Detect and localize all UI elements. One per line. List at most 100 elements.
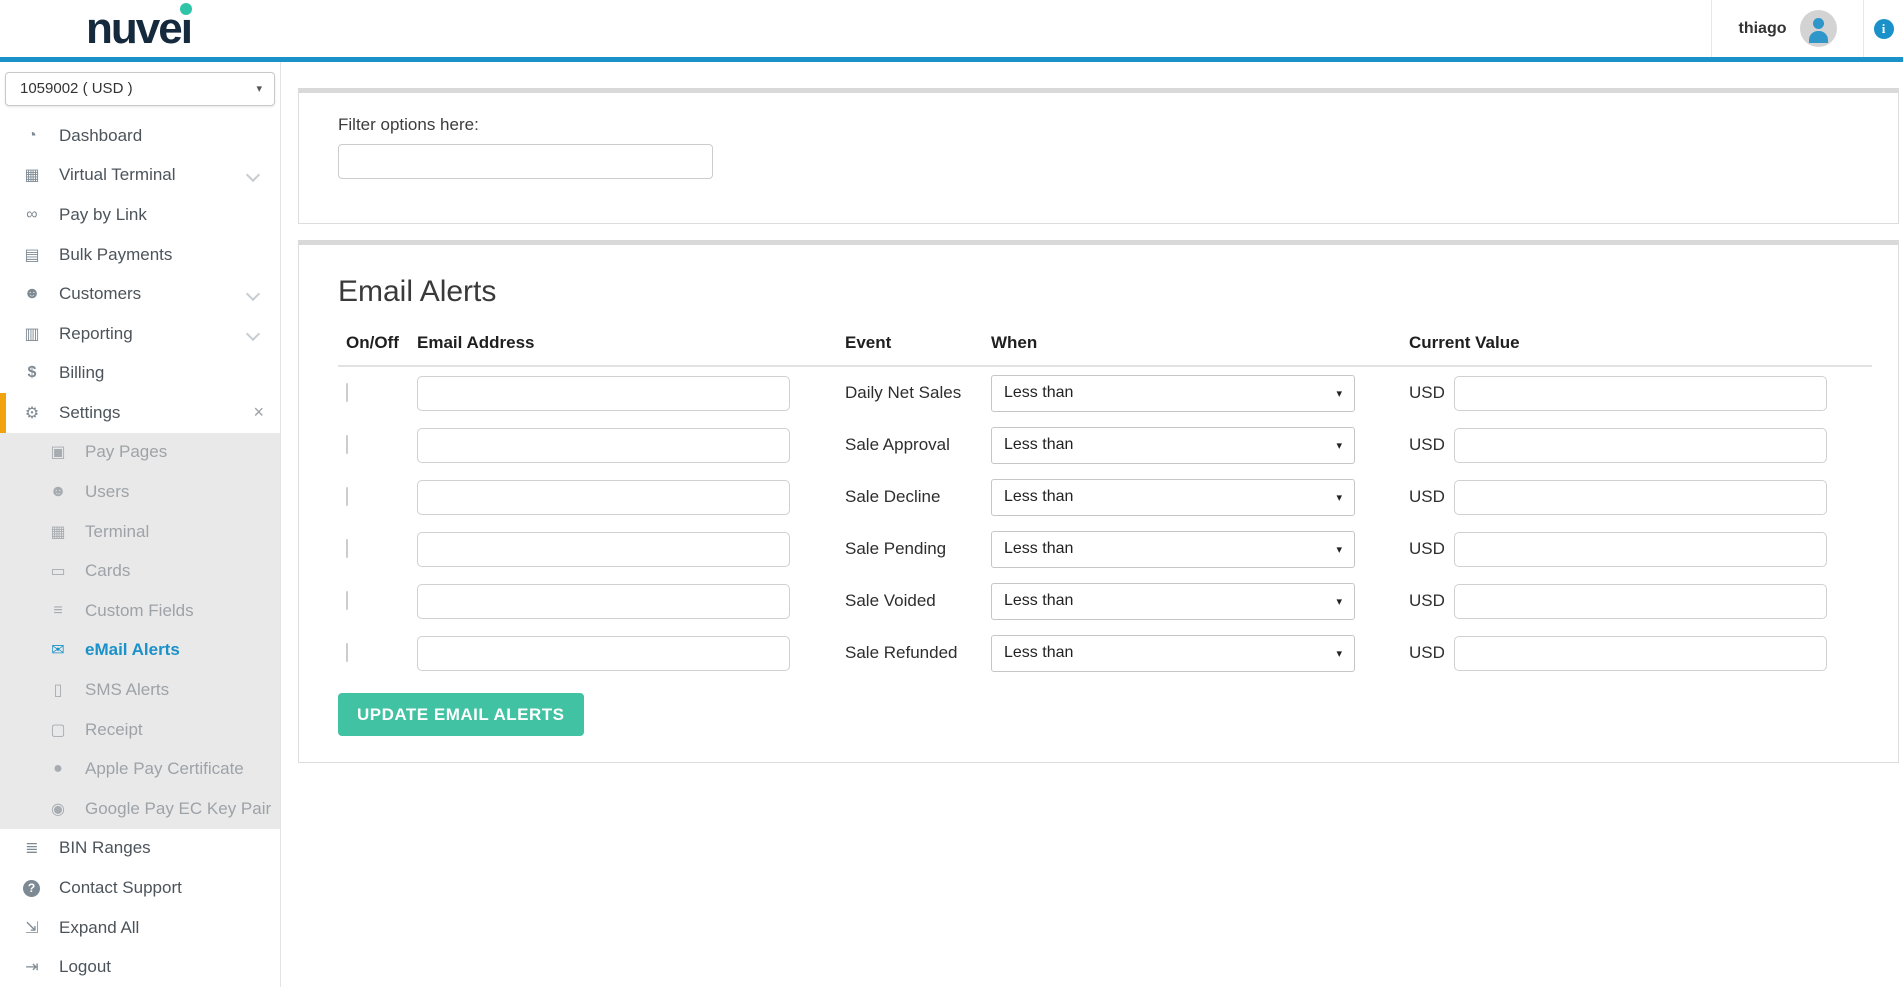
sidebar-item-bulk-payments[interactable]: ▤ Bulk Payments [0, 235, 280, 275]
main-content: Filter options here: Email Alerts On/Off… [281, 62, 1903, 987]
sidebar-item-label: Terminal [85, 522, 149, 542]
caret-down-icon: ▾ [1336, 647, 1342, 660]
alert-enabled-checkbox[interactable] [346, 487, 348, 506]
when-select-value: Less than [1004, 592, 1073, 610]
close-icon[interactable]: × [253, 402, 264, 423]
sidebar-item-expand-all[interactable]: ⇲ Expand All [0, 908, 280, 948]
email-address-input[interactable] [417, 480, 790, 515]
when-select[interactable]: Less than ▾ [991, 635, 1355, 672]
sidebar-item-settings[interactable]: ⚙ Settings × [0, 393, 280, 433]
sidebar-item-users[interactable]: ☻ Users [0, 472, 280, 512]
alert-enabled-checkbox[interactable] [346, 643, 348, 662]
email-address-input[interactable] [417, 376, 790, 411]
sidebar-item-billing[interactable]: $ Billing [0, 354, 280, 394]
sidebar-item-label: Virtual Terminal [59, 165, 176, 185]
update-email-alerts-button[interactable]: UPDATE EMAIL ALERTS [338, 693, 584, 736]
current-value-input[interactable] [1454, 376, 1827, 411]
sidebar-item-pay-by-link[interactable]: ∞ Pay by Link [0, 195, 280, 235]
column-header-current-value: Current Value [1409, 333, 1872, 353]
email-address-input[interactable] [417, 584, 790, 619]
sidebar-item-reporting[interactable]: ▥ Reporting [0, 314, 280, 354]
sidebar-item-customers[interactable]: ☻ Customers [0, 274, 280, 314]
receipt-icon: ▢ [46, 720, 70, 740]
sidebar-item-pay-pages[interactable]: ▣ Pay Pages [0, 433, 280, 473]
sidebar-item-label: Google Pay EC Key Pair [85, 799, 271, 819]
reporting-icon: ▥ [20, 324, 44, 344]
account-selector-value: 1059002 ( USD ) [20, 80, 133, 97]
table-row: Sale Refunded Less than ▾ USD [338, 627, 1872, 679]
sidebar-item-label: Expand All [59, 918, 139, 938]
sidebar-item-label: Receipt [85, 720, 143, 740]
when-select[interactable]: Less than ▾ [991, 479, 1355, 516]
expand-all-icon: ⇲ [20, 918, 44, 938]
sidebar-item-cards[interactable]: ▭ Cards [0, 551, 280, 591]
event-label: Sale Pending [845, 539, 991, 559]
caret-down-icon: ▾ [1336, 543, 1342, 556]
current-value-input[interactable] [1454, 428, 1827, 463]
virtual-terminal-icon: ▦ [20, 165, 44, 185]
chevron-down-icon [246, 287, 260, 301]
column-header-email: Email Address [417, 333, 845, 353]
sidebar-item-logout[interactable]: ⇥ Logout [0, 947, 280, 987]
alert-enabled-checkbox[interactable] [346, 591, 348, 610]
when-select[interactable]: Less than ▾ [991, 583, 1355, 620]
info-box: i [1863, 0, 1903, 57]
alert-enabled-checkbox[interactable] [346, 383, 348, 402]
event-label: Sale Decline [845, 487, 991, 507]
page-title: Email Alerts [338, 275, 1898, 309]
logo-dot-icon [180, 3, 192, 15]
sidebar-item-apple-pay-certificate[interactable]: ● Apple Pay Certificate [0, 749, 280, 789]
current-value-input[interactable] [1454, 636, 1827, 671]
sidebar-item-email-alerts[interactable]: ✉ eMail Alerts [0, 631, 280, 671]
email-address-input[interactable] [417, 532, 790, 567]
email-address-input[interactable] [417, 636, 790, 671]
user-avatar-icon[interactable] [1800, 10, 1837, 47]
account-selector[interactable]: 1059002 ( USD ) ▾ [5, 72, 275, 106]
when-select[interactable]: Less than ▾ [991, 531, 1355, 568]
sidebar-item-receipt[interactable]: ▢ Receipt [0, 710, 280, 750]
email-alerts-table: On/Off Email Address Event When Current … [338, 333, 1872, 679]
alert-enabled-checkbox[interactable] [346, 435, 348, 454]
sidebar-item-custom-fields[interactable]: ≡ Custom Fields [0, 591, 280, 631]
sidebar-item-label: Users [85, 482, 129, 502]
currency-label: USD [1409, 591, 1445, 611]
user-menu[interactable]: thiago [1711, 0, 1863, 57]
current-value-input[interactable] [1454, 584, 1827, 619]
pay-by-link-icon: ∞ [20, 206, 44, 224]
table-row: Sale Pending Less than ▾ USD [338, 523, 1872, 575]
caret-down-icon: ▾ [1336, 387, 1342, 400]
sidebar-item-google-pay-ec-key-pair[interactable]: ◉ Google Pay EC Key Pair [0, 789, 280, 829]
settings-icon: ⚙ [20, 403, 44, 423]
pay-pages-icon: ▣ [46, 442, 70, 462]
table-body: Daily Net Sales Less than ▾ USD [338, 367, 1872, 679]
filter-input[interactable] [338, 144, 713, 179]
when-select-value: Less than [1004, 644, 1073, 662]
sidebar-item-sms-alerts[interactable]: ▯ SMS Alerts [0, 670, 280, 710]
sidebar-item-bin-ranges[interactable]: ≣ BIN Ranges [0, 829, 280, 869]
when-select-value: Less than [1004, 488, 1073, 506]
sidebar-item-label: BIN Ranges [59, 838, 151, 858]
current-value-input[interactable] [1454, 532, 1827, 567]
contact-support-icon: ? [23, 880, 40, 897]
sidebar-item-virtual-terminal[interactable]: ▦ Virtual Terminal [0, 156, 280, 196]
logo-area: nuveı [0, 0, 281, 57]
bulk-payments-icon: ▤ [20, 245, 44, 265]
sidebar-item-dashboard[interactable]: ◔ Dashboard [0, 116, 280, 156]
when-select[interactable]: Less than ▾ [991, 427, 1355, 464]
header-right: thiago i [1711, 0, 1903, 57]
email-alerts-icon: ✉ [46, 640, 70, 660]
table-row: Daily Net Sales Less than ▾ USD [338, 367, 1872, 419]
email-address-input[interactable] [417, 428, 790, 463]
sidebar-item-terminal[interactable]: ▦ Terminal [0, 512, 280, 552]
chevron-down-icon [246, 327, 260, 341]
alert-enabled-checkbox[interactable] [346, 539, 348, 558]
currency-label: USD [1409, 539, 1445, 559]
when-select[interactable]: Less than ▾ [991, 375, 1355, 412]
current-value-input[interactable] [1454, 480, 1827, 515]
google-pay-icon: ◉ [46, 799, 70, 819]
caret-down-icon: ▾ [1336, 439, 1342, 452]
table-row: Sale Decline Less than ▾ USD [338, 471, 1872, 523]
info-icon[interactable]: i [1874, 19, 1894, 39]
sidebar-item-contact-support[interactable]: ? Contact Support [0, 868, 280, 908]
sidebar-item-label: eMail Alerts [85, 640, 180, 660]
